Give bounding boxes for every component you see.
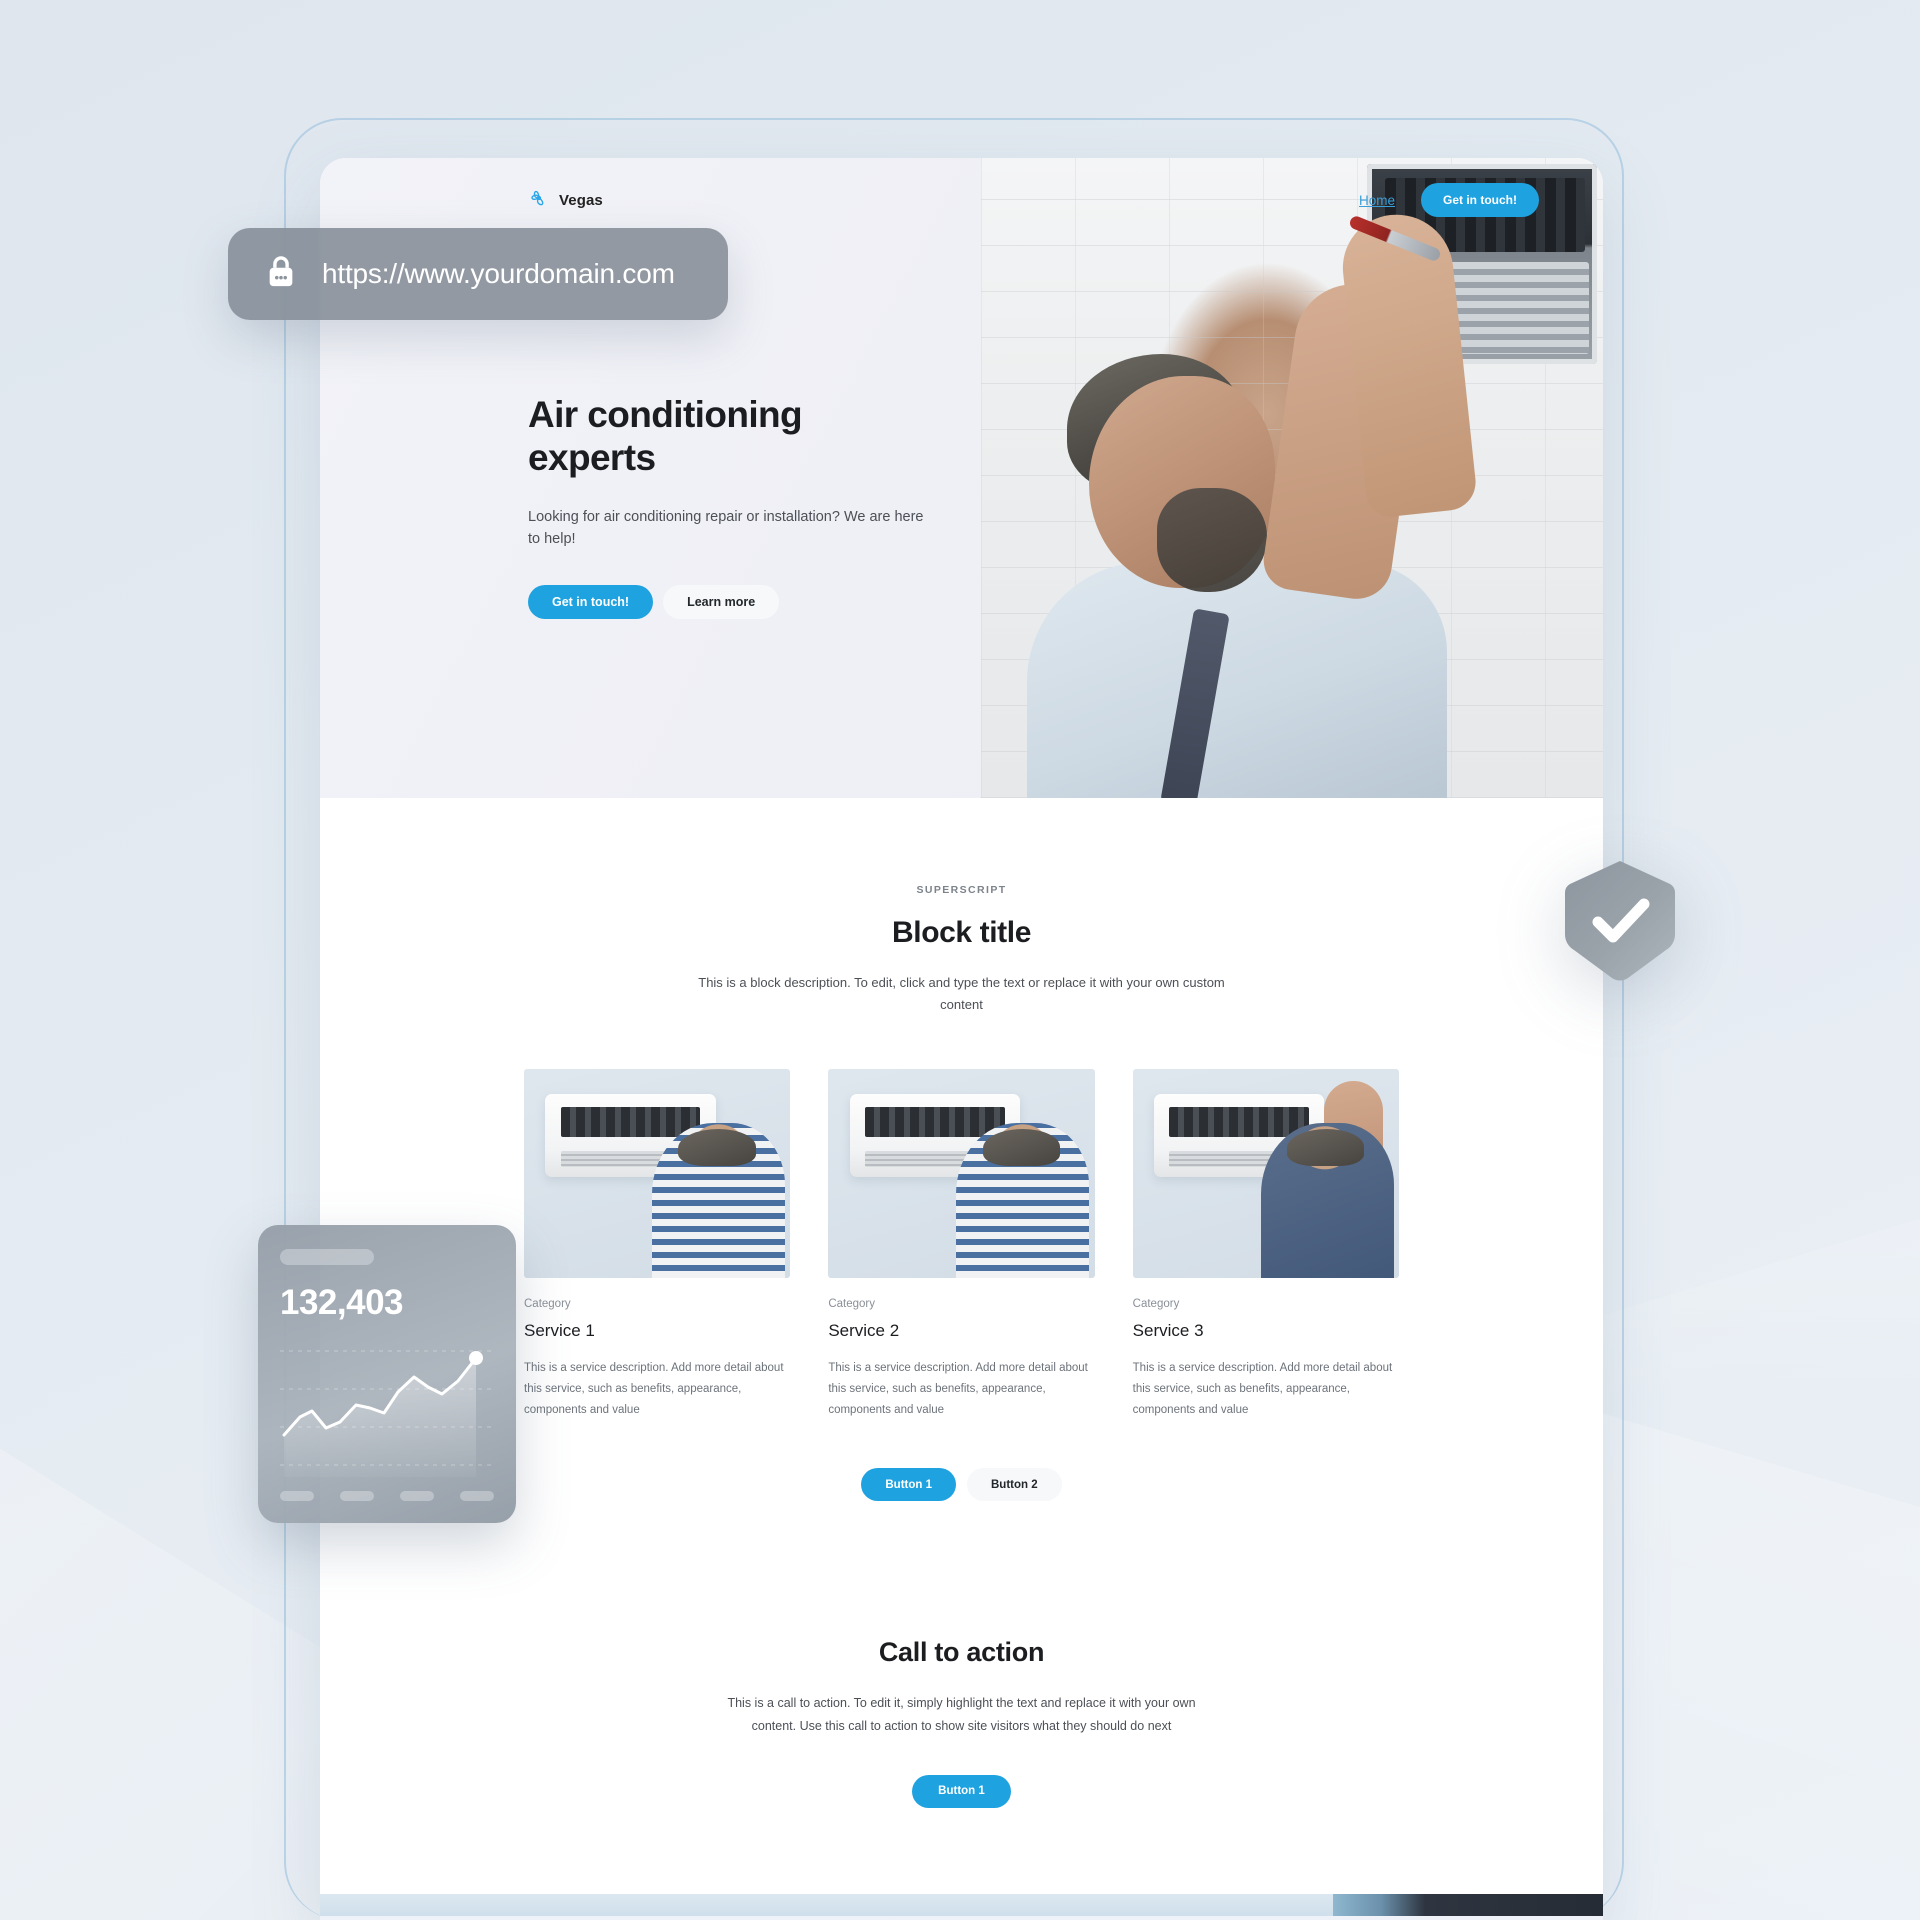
service-card-title: Service 1 bbox=[524, 1320, 595, 1340]
cta-button-group: Button 1 bbox=[384, 1774, 1539, 1808]
service-card-description: This is a service description. Add more … bbox=[524, 1361, 784, 1416]
block-title: Block title bbox=[892, 916, 1031, 949]
cta-title: Call to action bbox=[878, 1637, 1045, 1668]
service-card-image bbox=[524, 1068, 791, 1278]
mini-technician bbox=[651, 1123, 786, 1278]
mini-technician bbox=[956, 1123, 1090, 1278]
service-card-title: Service 3 bbox=[1132, 1320, 1204, 1340]
hero-photo bbox=[981, 158, 1603, 798]
block-button-2[interactable]: Button 2 bbox=[967, 1468, 1062, 1502]
service-card-category: Category bbox=[524, 1297, 571, 1310]
nav-get-in-touch-button[interactable]: Get in touch! bbox=[1421, 183, 1539, 217]
hero-subtitle: Looking for air conditioning repair or i… bbox=[528, 508, 924, 548]
mini-technician bbox=[1260, 1123, 1394, 1278]
service-card-description: This is a service description. Add more … bbox=[828, 1361, 1088, 1416]
technician-body bbox=[1027, 562, 1447, 798]
padlock-icon bbox=[264, 253, 298, 296]
url-text: https://www.yourdomain.com bbox=[322, 258, 675, 289]
cta-description: This is a call to action. To edit it, si… bbox=[727, 1696, 1196, 1733]
block-button-1[interactable]: Button 1 bbox=[861, 1468, 956, 1502]
stats-footer-label bbox=[400, 1491, 434, 1501]
site-logo[interactable]: Vegas bbox=[528, 187, 603, 214]
hero-title-line-1: Air conditioning bbox=[528, 394, 803, 435]
block-description: This is a block description. To edit, cl… bbox=[698, 975, 1225, 1013]
stats-footer-label bbox=[460, 1491, 494, 1501]
nav-link-home[interactable]: Home bbox=[1359, 193, 1395, 208]
hero-copy: Air conditioning experts Looking for air… bbox=[528, 394, 928, 619]
service-card-category: Category bbox=[828, 1297, 875, 1310]
bottom-photo-strip bbox=[320, 1893, 1603, 1916]
block-button-group: Button 1 Button 2 bbox=[384, 1468, 1539, 1502]
service-card[interactable]: Category Service 1 This is a service des… bbox=[524, 1068, 791, 1421]
area-chart-svg bbox=[280, 1350, 494, 1477]
fan-propeller-icon bbox=[528, 187, 550, 214]
service-card-image bbox=[1132, 1068, 1399, 1278]
browser-window: Vegas Home Get in touch! Air conditionin… bbox=[320, 158, 1603, 1920]
stats-footer-label bbox=[340, 1491, 374, 1501]
service-card-description: This is a service description. Add more … bbox=[1132, 1361, 1393, 1416]
shield-badge-overlay bbox=[1558, 858, 1682, 986]
site-navbar: Vegas Home Get in touch! bbox=[320, 158, 1603, 242]
hero-title: Air conditioning experts bbox=[528, 394, 928, 480]
service-card-title: Service 2 bbox=[828, 1320, 900, 1340]
stats-card-title-placeholder bbox=[280, 1249, 374, 1265]
service-cards-row: Category Service 1 This is a service des… bbox=[384, 1068, 1539, 1421]
hero-get-in-touch-button[interactable]: Get in touch! bbox=[528, 584, 654, 619]
stats-card-value: 132,403 bbox=[280, 1283, 404, 1322]
service-card-category: Category bbox=[1132, 1297, 1180, 1310]
hero-button-group: Get in touch! Learn more bbox=[528, 584, 928, 619]
stats-footer-label bbox=[280, 1491, 314, 1501]
bottom-photo-dark-region bbox=[1333, 1893, 1603, 1916]
call-to-action-section: Call to action This is a call to action.… bbox=[320, 1501, 1603, 1808]
hero-learn-more-button[interactable]: Learn more bbox=[663, 584, 780, 619]
block-superscript: SUPERSCRIPT bbox=[916, 884, 1007, 896]
chart-area-fill bbox=[284, 1358, 476, 1477]
navbar-right: Home Get in touch! bbox=[1359, 183, 1539, 217]
shield-check-icon bbox=[1564, 861, 1676, 981]
service-card-image bbox=[828, 1068, 1095, 1278]
bottom-section: Block title Form title bbox=[320, 1915, 1603, 1920]
service-card[interactable]: Category Service 2 This is a service des… bbox=[828, 1068, 1095, 1421]
cta-button-1[interactable]: Button 1 bbox=[912, 1774, 1011, 1808]
stats-card-footer-labels bbox=[280, 1491, 494, 1501]
chart-last-point-marker bbox=[469, 1351, 483, 1365]
service-card[interactable]: Category Service 3 This is a service des… bbox=[1132, 1068, 1399, 1421]
hero-title-line-2: experts bbox=[528, 436, 656, 478]
logo-text: Vegas bbox=[559, 191, 603, 209]
stats-card-overlay: 132,403 bbox=[258, 1225, 516, 1523]
stats-card-chart bbox=[280, 1337, 494, 1477]
